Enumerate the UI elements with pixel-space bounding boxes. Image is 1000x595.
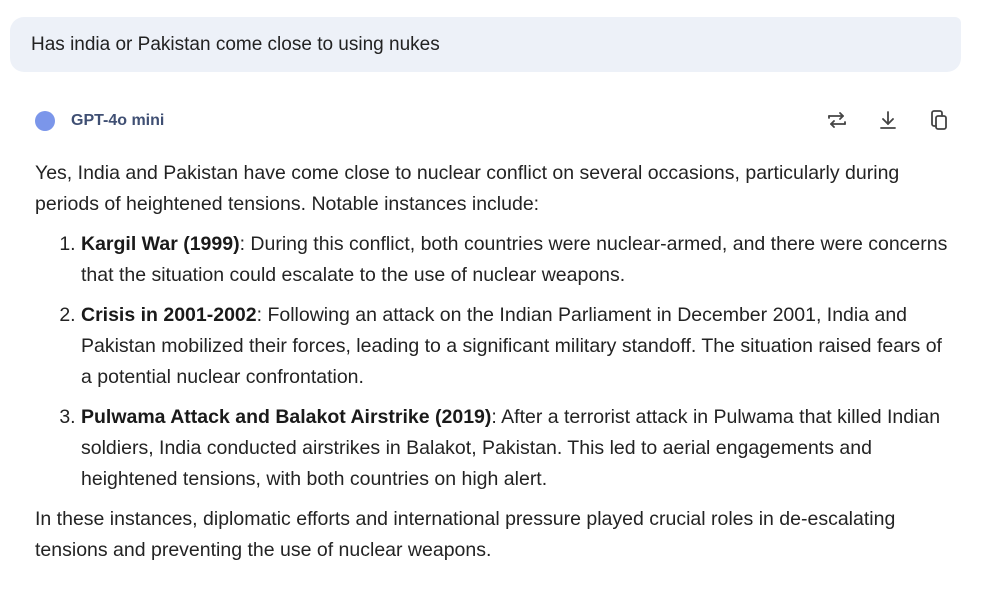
response-actions — [824, 107, 952, 133]
regenerate-icon — [828, 112, 846, 128]
list-item-title: Kargil War (1999) — [81, 233, 240, 255]
copy-button[interactable] — [926, 107, 952, 133]
model-avatar-icon — [35, 111, 55, 131]
response-conclusion: In these instances, diplomatic efforts a… — [35, 508, 896, 561]
list-item-title: Pulwama Attack and Balakot Airstrike (20… — [81, 406, 492, 428]
model-name: GPT-4o mini — [71, 112, 165, 129]
list-item: Pulwama Attack and Balakot Airstrike (20… — [81, 402, 955, 495]
copy-icon — [931, 110, 947, 130]
assistant-response: Yes, India and Pakistan have come close … — [35, 158, 955, 566]
regenerate-button[interactable] — [824, 107, 850, 133]
list-item-title: Crisis in 2001-2002 — [81, 304, 257, 326]
user-message-bubble: Has india or Pakistan come close to usin… — [10, 17, 961, 72]
list-item: Kargil War (1999): During this conflict,… — [81, 229, 955, 291]
response-list: Kargil War (1999): During this conflict,… — [35, 229, 955, 495]
model-header: GPT-4o mini — [35, 110, 164, 132]
list-item: Crisis in 2001-2002: Following an attack… — [81, 300, 955, 393]
download-button[interactable] — [875, 107, 901, 133]
download-icon — [880, 111, 896, 129]
user-message-text: Has india or Pakistan come close to usin… — [31, 33, 440, 55]
response-intro: Yes, India and Pakistan have come close … — [35, 162, 900, 215]
